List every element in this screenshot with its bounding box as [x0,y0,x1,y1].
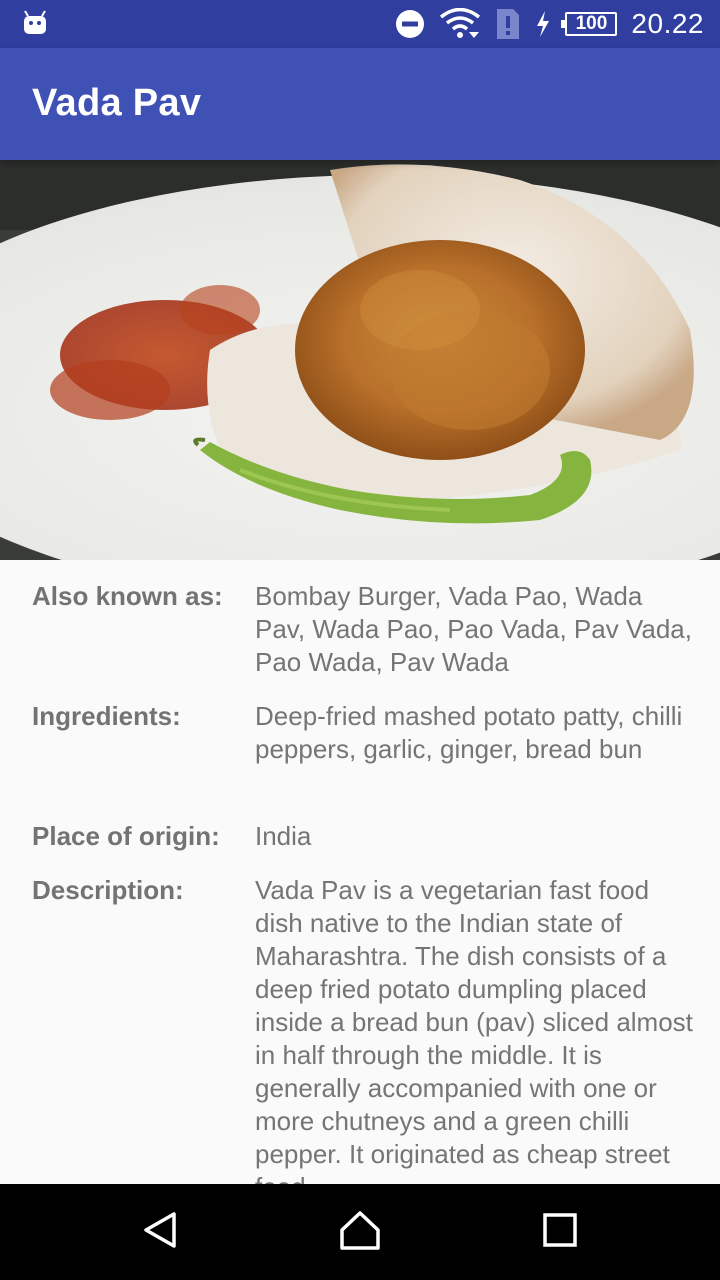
battery-icon: 100 [561,12,618,36]
back-icon [140,1210,180,1255]
also-known-as-label: Also known as: [32,581,223,611]
ingredients-label: Ingredients: [32,701,181,731]
home-button[interactable] [300,1184,420,1280]
place-of-origin-label: Place of origin: [32,821,220,851]
android-icon [22,10,48,41]
wifi-icon [439,8,481,40]
clock: 20.22 [631,8,704,39]
navigation-bar [0,1184,720,1280]
battery-level: 100 [561,12,618,36]
home-icon [338,1208,382,1257]
charging-icon [535,11,551,37]
sim-alert-icon [495,7,521,41]
also-known-as-value: Bombay Burger, Vada Pao, Wada Pav, Wada … [255,581,692,677]
vada-pav-photo [0,160,720,560]
recents-button[interactable] [500,1184,620,1280]
details-panel: Also known as: Bombay Burger, Vada Pao, … [0,560,720,1184]
status-bar: 100 20.22 [0,0,720,48]
page-title: Vada Pav [32,82,202,124]
app-bar: Vada Pav [0,48,720,160]
description-label: Description: [32,875,184,905]
recents-icon [542,1212,578,1253]
back-button[interactable] [100,1184,220,1280]
place-of-origin-value: India [255,821,312,851]
dnd-icon [395,9,425,39]
hero-image [0,160,720,560]
description-value: Vada Pav is a vegetarian fast food dish … [255,875,693,1184]
ingredients-value: Deep-fried mashed potato patty, chilli p… [255,701,683,764]
